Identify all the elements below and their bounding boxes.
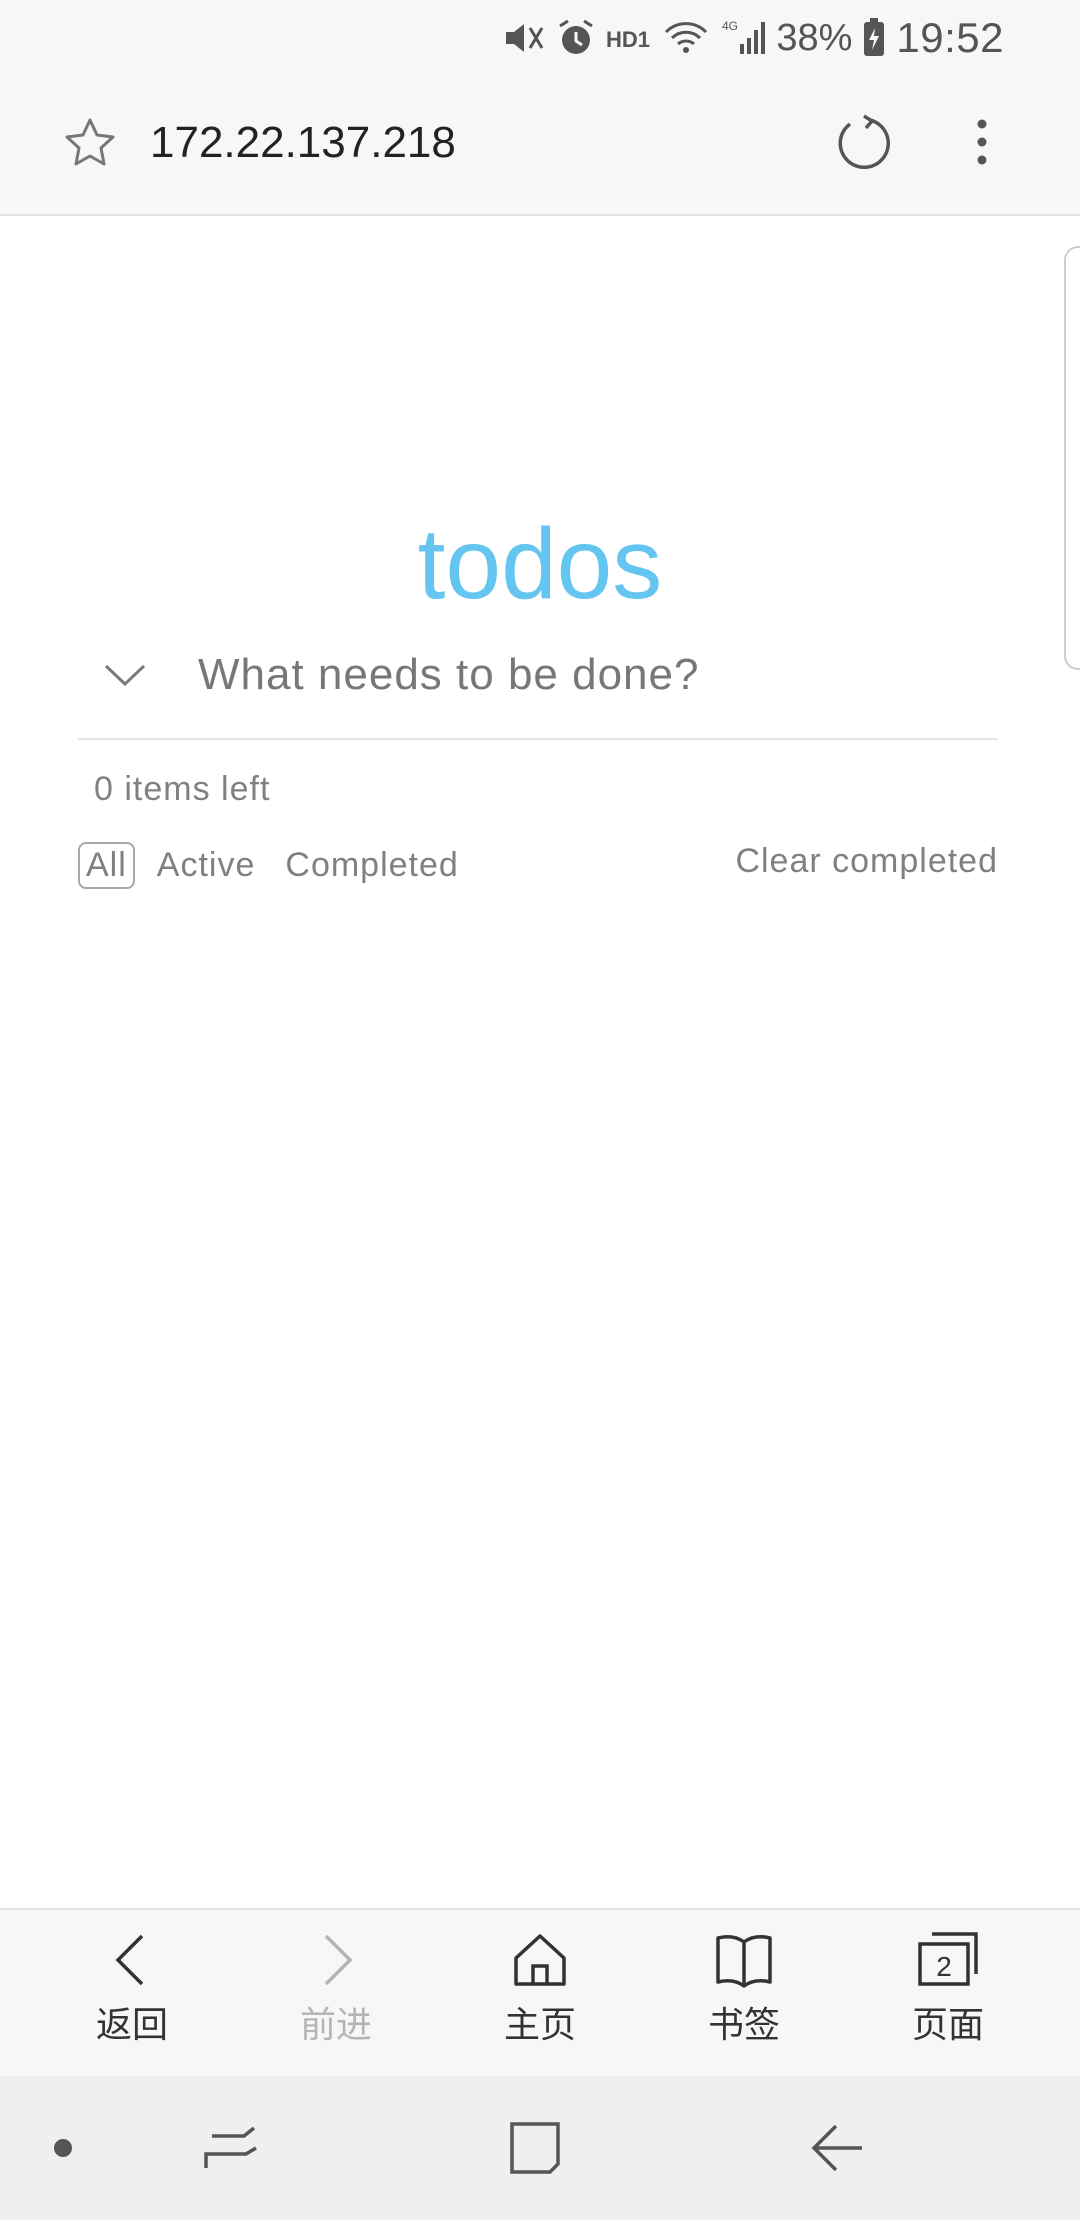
- items-left-count: 0 items left: [94, 770, 271, 808]
- alarm-icon: [556, 18, 596, 58]
- bookmarks-button[interactable]: 书签: [674, 1930, 814, 2060]
- recents-icon[interactable]: [198, 2118, 268, 2178]
- battery-percentage: 38%: [776, 16, 853, 59]
- svg-text:4G: 4G: [722, 19, 738, 33]
- mute-vibrate-icon: [502, 18, 546, 58]
- clear-completed-button[interactable]: Clear completed: [735, 842, 998, 881]
- forward-button[interactable]: 前进: [266, 1930, 406, 2060]
- signal-4g-icon: 4G: [720, 18, 766, 58]
- svg-text:HD1: HD1: [606, 27, 650, 52]
- dot-icon[interactable]: [28, 2118, 98, 2178]
- home-button[interactable]: 主页: [470, 1930, 610, 2060]
- filter-completed[interactable]: Completed: [277, 842, 466, 889]
- clock: 19:52: [896, 14, 1004, 61]
- battery-charging-icon: [862, 18, 886, 58]
- back-icon: [115, 1934, 144, 1986]
- filter-all[interactable]: All: [78, 841, 135, 889]
- browser-bottom-toolbar: 返回 前进 主页 书签 2 页面: [0, 1908, 1080, 2078]
- forward-icon: [324, 1934, 353, 1986]
- hd-voice-icon: HD1: [606, 23, 652, 53]
- bookmarks-icon: [716, 1935, 772, 1988]
- back-label: 返回: [95, 2004, 168, 2045]
- back-button[interactable]: 返回: [62, 1930, 202, 2060]
- new-todo-input[interactable]: [196, 636, 980, 714]
- home-button-icon[interactable]: [500, 2118, 570, 2178]
- bookmark-star-icon[interactable]: [60, 114, 120, 174]
- new-todo-row: [78, 620, 998, 740]
- status-bar: HD1 4G 38% 19:52: [0, 0, 1080, 76]
- tabs-count: 2: [936, 1951, 952, 1982]
- home-icon: [514, 1934, 566, 1986]
- browser-address-bar: 172.22.137.218: [0, 76, 1080, 216]
- home-label: 主页: [503, 2004, 576, 2045]
- toggle-all-chevron-icon[interactable]: [100, 650, 150, 700]
- more-options-icon[interactable]: [966, 112, 998, 172]
- url-text[interactable]: 172.22.137.218: [150, 118, 456, 168]
- tabs-label: 页面: [911, 2004, 984, 2045]
- tabs-button[interactable]: 2 页面: [878, 1930, 1018, 2060]
- filter-active[interactable]: Active: [149, 842, 264, 889]
- forward-label: 前进: [299, 2004, 372, 2045]
- tabs-icon: 2: [918, 1932, 978, 1986]
- system-navigation-bar: [0, 2076, 1080, 2220]
- wifi-icon: [662, 18, 710, 58]
- bookmarks-label: 书签: [707, 2004, 780, 2045]
- back-arrow-icon[interactable]: [802, 2118, 872, 2178]
- reload-icon[interactable]: [834, 112, 894, 172]
- filter-links: All Active Completed: [78, 840, 481, 890]
- app-title: todos: [417, 508, 663, 620]
